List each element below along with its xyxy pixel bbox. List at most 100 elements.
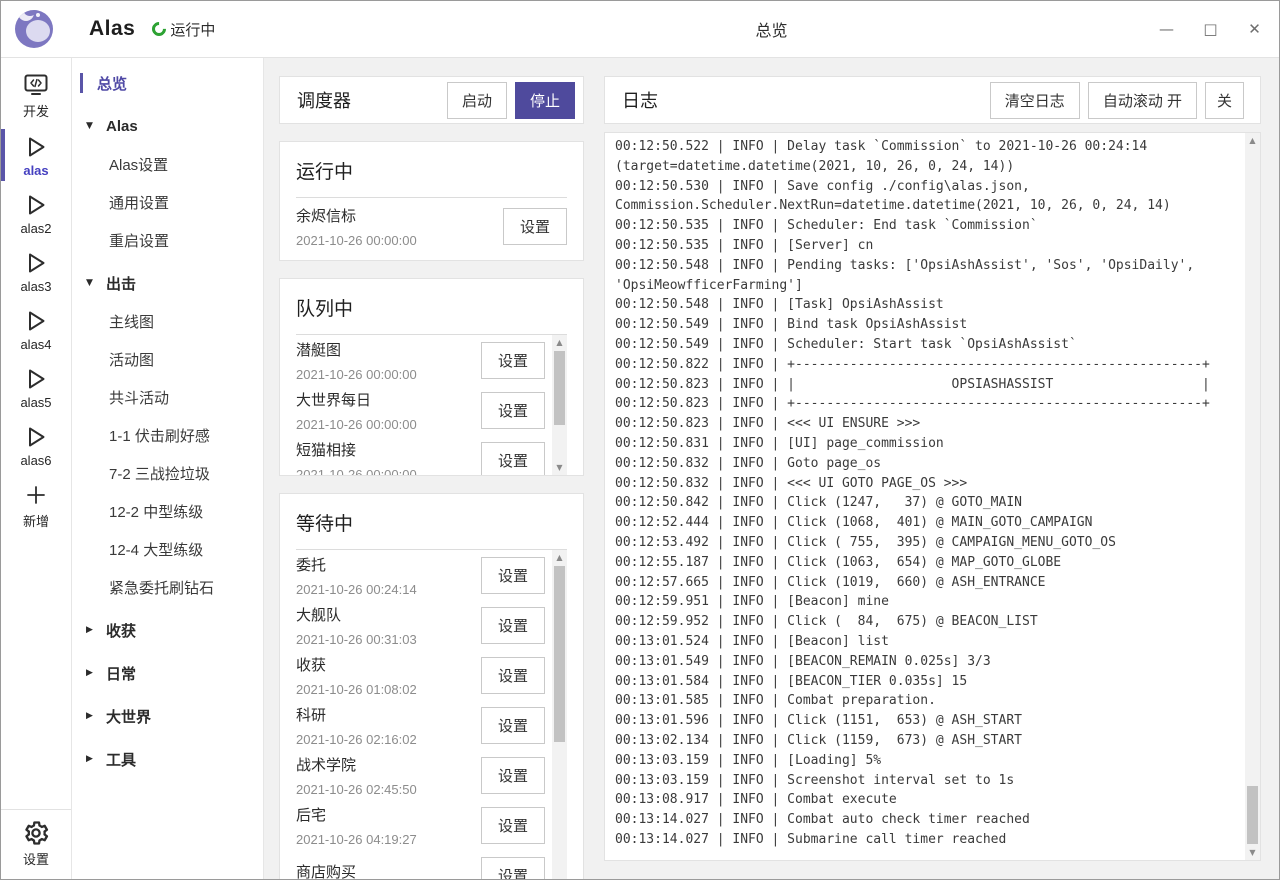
task-setting-button[interactable]: 设置 — [481, 342, 545, 379]
task-row: 收获 2021-10-26 01:08:02 设置 — [296, 650, 567, 700]
profile-sidebar: 开发 alas alas2 alas3 alas4 alas5 alas6 新增… — [1, 58, 72, 879]
task-setting-button[interactable]: 设置 — [481, 392, 545, 429]
scrollbar-thumb[interactable] — [554, 351, 565, 425]
scrollbar-up-icon[interactable]: ▲ — [552, 550, 567, 565]
nav-item[interactable]: 紧急委托刷钻石 — [72, 568, 263, 606]
section-title: 等待中 — [296, 507, 567, 550]
sidebar-item-dev[interactable]: 开发 — [1, 64, 71, 126]
nav-item[interactable]: 主线图 — [72, 302, 263, 340]
minimize-button[interactable]: — — [1158, 20, 1175, 38]
log-line: 00:12:52.444 | INFO | Click (1068, 401) … — [615, 513, 1238, 533]
task-name: 收获 — [296, 654, 481, 675]
sidebar-item-alas3[interactable]: alas3 — [1, 242, 71, 300]
task-setting-button[interactable]: 设置 — [481, 557, 545, 594]
scrollbar-down-icon[interactable]: ▼ — [552, 460, 567, 475]
task-setting-button[interactable]: 设置 — [481, 857, 545, 880]
task-name: 战术学院 — [296, 754, 481, 775]
list-scrollbar[interactable]: ▲ ▼ — [552, 550, 567, 879]
nav-item[interactable]: 活动图 — [72, 340, 263, 378]
task-next-run-time: 2021-10-26 00:24:14 — [296, 582, 481, 597]
log-scrollbar[interactable]: ▲ ▼ — [1245, 133, 1260, 860]
close-button[interactable]: ✕ — [1246, 20, 1263, 38]
nav-item[interactable]: 通用设置 — [72, 183, 263, 221]
scheduler-stop-button[interactable]: 停止 — [515, 82, 575, 119]
task-row: 商店购买 设置 — [296, 850, 567, 879]
sidebar-item-settings[interactable]: 设置 — [1, 810, 71, 879]
nav-group-label: 工具 — [106, 749, 136, 770]
titlebar: Alas 运行中 总览 — □ ✕ — [1, 1, 1279, 58]
nav-item[interactable]: 7-2 三战捡垃圾 — [72, 454, 263, 492]
app-window: Alas 运行中 总览 — □ ✕ 开发 alas alas2 alas3 al… — [0, 0, 1280, 880]
task-row: 大舰队 2021-10-26 00:31:03 设置 — [296, 600, 567, 650]
autoscroll-on-button[interactable]: 自动滚动 开 — [1088, 82, 1197, 119]
app-name: Alas — [89, 17, 135, 41]
task-next-run-time: 2021-10-26 04:19:27 — [296, 832, 481, 847]
task-name: 后宅 — [296, 804, 481, 825]
scheduler-column: 调度器 启动 停止 运行中 余烬信标 2021-10-26 00:00:00 设… — [264, 58, 598, 879]
sidebar-item-alas2[interactable]: alas2 — [1, 184, 71, 242]
nav-item[interactable]: Alas设置 — [72, 145, 263, 183]
log-line: 00:12:57.665 | INFO | Click (1019, 660) … — [615, 573, 1238, 593]
scheduler-title: 调度器 — [297, 87, 351, 113]
task-next-run-time: 2021-10-26 00:00:00 — [296, 233, 503, 248]
nav-item[interactable]: 共斗活动 — [72, 378, 263, 416]
caret-down-icon: ▼ — [86, 278, 99, 288]
log-line: 00:13:01.596 | INFO | Click (1151, 653) … — [615, 711, 1238, 731]
sidebar-item-alas[interactable]: alas — [1, 126, 71, 184]
nav-item[interactable]: 12-4 大型练级 — [72, 530, 263, 568]
sidebar-item-label: alas5 — [20, 395, 51, 410]
task-setting-button[interactable]: 设置 — [481, 807, 545, 844]
sidebar-item-alas5[interactable]: alas5 — [1, 358, 71, 416]
nav-group[interactable]: ▶ 收获 — [72, 611, 263, 649]
nav-group[interactable]: ▶ 日常 — [72, 654, 263, 692]
nav-item[interactable]: 12-2 中型练级 — [72, 492, 263, 530]
nav-item-label: 通用设置 — [109, 192, 169, 213]
task-row: 委托 2021-10-26 00:24:14 设置 — [296, 550, 567, 600]
nav-group[interactable]: ▼ Alas — [72, 107, 263, 145]
nav-item-label: 主线图 — [109, 311, 154, 332]
maximize-button[interactable]: □ — [1202, 20, 1219, 38]
nav-item[interactable]: 总览 — [72, 64, 263, 102]
log-line: 00:13:01.584 | INFO | [BEACON_TIER 0.035… — [615, 672, 1238, 692]
task-setting-button[interactable]: 设置 — [481, 657, 545, 694]
sidebar-item-alas4[interactable]: alas4 — [1, 300, 71, 358]
nav-menu: 总览 ▼ Alas Alas设置 通用设置 重启设置 ▼ 出击 主线图 活动图 … — [72, 58, 264, 879]
scrollbar-down-icon[interactable]: ▼ — [1245, 845, 1260, 860]
task-setting-button[interactable]: 设置 — [481, 707, 545, 744]
task-row: 短猫相接 2021-10-26 00:00:00 设置 — [296, 435, 567, 475]
log-line: 00:12:50.832 | INFO | Goto page_os — [615, 454, 1238, 474]
nav-item-label: Alas设置 — [109, 154, 168, 175]
nav-item-label: 12-4 大型练级 — [109, 539, 203, 560]
scrollbar-down-icon[interactable]: ▼ — [552, 876, 567, 879]
task-setting-button[interactable]: 设置 — [503, 208, 567, 245]
log-line: 00:12:55.187 | INFO | Click (1063, 654) … — [615, 553, 1238, 573]
nav-item-label: 12-2 中型练级 — [109, 501, 203, 522]
task-setting-button[interactable]: 设置 — [481, 757, 545, 794]
task-row: 潜艇图 2021-10-26 00:00:00 设置 — [296, 335, 567, 385]
scheduler-start-button[interactable]: 启动 — [447, 82, 507, 119]
scrollbar-thumb[interactable] — [554, 566, 565, 742]
nav-group[interactable]: ▼ 出击 — [72, 264, 263, 302]
nav-group[interactable]: ▶ 工具 — [72, 740, 263, 778]
nav-item[interactable]: 重启设置 — [72, 221, 263, 259]
sidebar-item-alas6[interactable]: alas6 — [1, 416, 71, 474]
nav-group[interactable]: ▶ 大世界 — [72, 697, 263, 735]
task-next-run-time: 2021-10-26 00:00:00 — [296, 467, 481, 476]
nav-item-label: 重启设置 — [109, 230, 169, 251]
task-next-run-time: 2021-10-26 02:16:02 — [296, 732, 481, 747]
play-icon — [22, 133, 50, 161]
autoscroll-off-button[interactable]: 关 — [1205, 82, 1244, 119]
nav-item[interactable]: 1-1 伏击刷好感 — [72, 416, 263, 454]
task-name: 委托 — [296, 554, 481, 575]
nav-group-label: 大世界 — [106, 706, 151, 727]
clear-log-button[interactable]: 清空日志 — [990, 82, 1080, 119]
scrollbar-up-icon[interactable]: ▲ — [552, 335, 567, 350]
scrollbar-thumb[interactable] — [1247, 786, 1258, 844]
sidebar-item-add[interactable]: 新增 — [1, 474, 71, 536]
task-row: 科研 2021-10-26 02:16:02 设置 — [296, 700, 567, 750]
scrollbar-up-icon[interactable]: ▲ — [1245, 133, 1260, 148]
list-scrollbar[interactable]: ▲ ▼ — [552, 335, 567, 475]
task-setting-button[interactable]: 设置 — [481, 442, 545, 476]
task-setting-button[interactable]: 设置 — [481, 607, 545, 644]
nav-item-label: 总览 — [97, 73, 127, 94]
